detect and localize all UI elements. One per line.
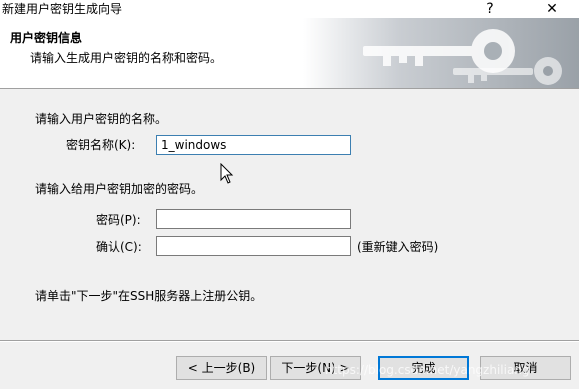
confirm-label: 确认(C): [96, 240, 142, 254]
footer-note: 请单击"下一步"在SSH服务器上注册公钥。 [35, 289, 263, 303]
password-label: 密码(P): [96, 213, 141, 227]
key-name-input[interactable] [156, 135, 351, 155]
next-button[interactable]: 下一步(N) > [270, 356, 361, 380]
footer-separator [0, 340, 579, 342]
name-label: 密钥名称(K): [66, 138, 136, 152]
confirm-hint: (重新键入密码) [357, 240, 439, 254]
cancel-button[interactable]: 取消 [480, 356, 571, 380]
name-prompt: 请输入用户密钥的名称。 [35, 112, 168, 126]
finish-button[interactable]: 完成 [378, 356, 469, 380]
close-button[interactable]: ✕ [530, 0, 574, 18]
password-prompt: 请输入给用户密钥加密的密码。 [35, 182, 204, 196]
keys-banner-icon [303, 18, 579, 88]
wizard-window: 新建用户密钥生成向导 ? ✕ 用户密钥信息 请输入生成用户密钥的名称和密码。 请… [0, 0, 579, 389]
mouse-cursor-icon [220, 163, 234, 184]
page-title: 用户密钥信息 [10, 31, 83, 45]
header-band: 用户密钥信息 请输入生成用户密钥的名称和密码。 [0, 18, 579, 89]
password-input[interactable] [156, 209, 351, 229]
back-button[interactable]: < 上一步(B) [176, 356, 267, 380]
help-button[interactable]: ? [468, 0, 512, 18]
confirm-password-input[interactable] [156, 236, 351, 256]
title-bar: 新建用户密钥生成向导 ? ✕ [0, 0, 579, 18]
page-subtitle: 请输入生成用户密钥的名称和密码。 [30, 51, 223, 65]
window-title: 新建用户密钥生成向导 [2, 2, 123, 16]
